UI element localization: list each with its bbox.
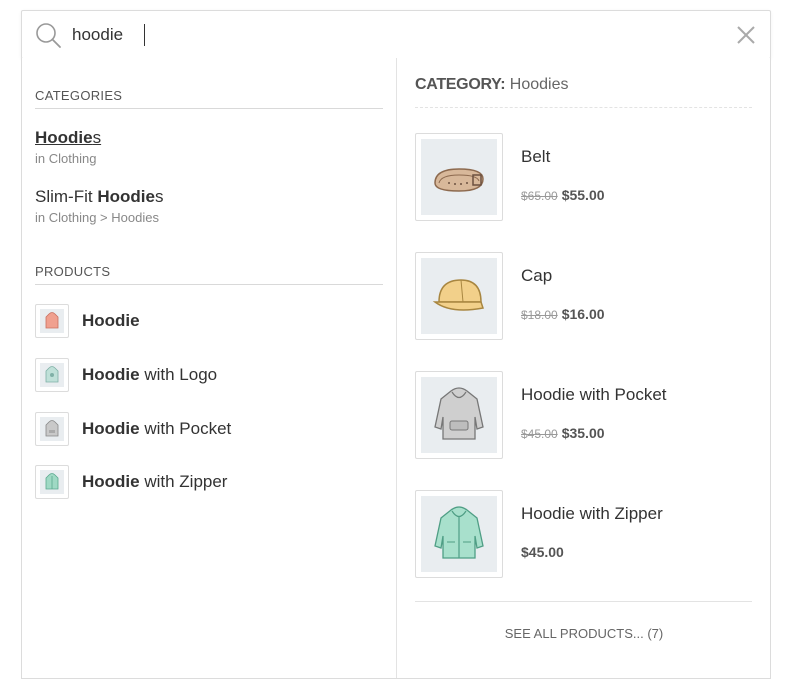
- search-input[interactable]: [72, 21, 692, 49]
- product-thumbnail: [35, 412, 69, 446]
- product-price: $45.00 $35.00: [521, 425, 605, 441]
- product-name: Hoodie with Zipper: [82, 472, 228, 491]
- categories-heading: Categories: [35, 88, 383, 109]
- product-name: Hoodie with Zipper: [521, 504, 663, 523]
- search-icon: [36, 23, 61, 48]
- result-item-cap[interactable]: Cap $18.00 $16.00: [415, 252, 755, 340]
- category-title: Slim-Fit Hoodies: [35, 187, 164, 206]
- product-suggestion-hoodie-with-logo[interactable]: Hoodie with Logo: [35, 358, 375, 392]
- product-suggestion-hoodie[interactable]: Hoodie: [35, 304, 375, 338]
- product-thumbnail: [415, 252, 503, 340]
- product-thumbnail: [415, 490, 503, 578]
- belt-icon: [434, 168, 484, 192]
- product-thumbnail: [35, 465, 69, 499]
- category-results-column: CATEGORY: Hoodies Belt $65.00 $55.00 Cap…: [397, 58, 771, 678]
- divider: [415, 107, 752, 108]
- category-name: Hoodies: [509, 76, 569, 93]
- hoodie-pocket-icon: [45, 420, 59, 437]
- product-thumbnail: [415, 133, 503, 221]
- search-bar: [21, 10, 771, 59]
- current-price: $55.00: [561, 187, 605, 203]
- category-title: Hoodies: [35, 128, 102, 147]
- result-item-belt[interactable]: Belt $65.00 $55.00: [415, 133, 755, 221]
- current-price: $45.00: [521, 544, 564, 560]
- product-thumbnail: [415, 371, 503, 459]
- current-price: $16.00: [561, 306, 605, 322]
- hoodie-logo-icon: [45, 366, 59, 383]
- product-price: $65.00 $55.00: [521, 187, 605, 203]
- products-heading: Products: [35, 264, 383, 285]
- hoodie-zipper-icon: [434, 506, 484, 559]
- product-thumbnail: [35, 358, 69, 392]
- old-price: $18.00: [521, 308, 558, 322]
- text-caret: [144, 24, 145, 46]
- product-price: $45.00: [521, 544, 564, 560]
- close-icon[interactable]: [734, 23, 758, 47]
- product-suggestion-hoodie-with-zipper[interactable]: Hoodie with Zipper: [35, 465, 375, 499]
- product-thumbnail: [35, 304, 69, 338]
- product-name: Hoodie with Logo: [82, 365, 218, 384]
- see-all-products-link[interactable]: SEE ALL PRODUCTS... (7): [397, 626, 771, 641]
- product-name: Hoodie: [82, 311, 140, 330]
- current-price: $35.00: [561, 425, 605, 441]
- category-item-hoodies[interactable]: Hoodies in Clothing: [35, 128, 375, 166]
- category-path: in Clothing > Hoodies: [35, 210, 159, 225]
- product-suggestion-hoodie-with-pocket[interactable]: Hoodie with Pocket: [35, 412, 375, 446]
- category-item-slim-fit-hoodies[interactable]: Slim-Fit Hoodies in Clothing > Hoodies: [35, 187, 375, 225]
- search-results-dropdown: Categories Hoodies in Clothing Slim-Fit …: [21, 58, 771, 679]
- product-name: Cap: [521, 266, 553, 285]
- cap-icon: [432, 279, 484, 311]
- suggestions-column: Categories Hoodies in Clothing Slim-Fit …: [22, 58, 396, 678]
- category-path: in Clothing: [35, 151, 97, 166]
- product-price: $18.00 $16.00: [521, 306, 605, 322]
- hoodie-pocket-icon: [434, 387, 484, 440]
- product-name: Hoodie with Pocket: [82, 419, 232, 438]
- old-price: $65.00: [521, 189, 558, 203]
- category-label: CATEGORY:: [415, 76, 506, 93]
- divider: [415, 601, 752, 602]
- product-name: Hoodie with Pocket: [521, 385, 667, 404]
- product-name: Belt: [521, 147, 551, 166]
- result-item-hoodie-with-zipper[interactable]: Hoodie with Zipper $45.00: [415, 490, 755, 578]
- result-item-hoodie-with-pocket[interactable]: Hoodie with Pocket $45.00 $35.00: [415, 371, 755, 459]
- old-price: $45.00: [521, 427, 558, 441]
- hoodie-red-icon: [45, 312, 59, 329]
- category-header: CATEGORY: Hoodies: [415, 76, 569, 94]
- hoodie-zipper-icon: [45, 473, 59, 490]
